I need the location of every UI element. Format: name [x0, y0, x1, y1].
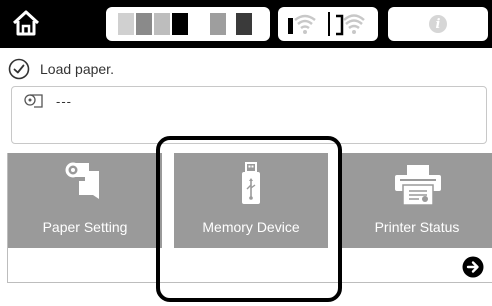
arrow-right-circle-icon — [462, 256, 484, 278]
ink-cartridge-5 — [210, 13, 226, 35]
next-page-button[interactable] — [462, 256, 484, 278]
roll-paper-icon — [24, 94, 43, 108]
ink-levels-button[interactable] — [106, 7, 270, 41]
status-message: Load paper. — [8, 57, 114, 81]
status-bar: i — [0, 0, 492, 48]
paper-source-value: --- — [56, 93, 72, 109]
ink-cartridge-2 — [136, 13, 152, 35]
printer-status-icon — [395, 165, 441, 206]
ink-cartridge-6 — [236, 13, 252, 35]
ink-cartridge-4 — [172, 13, 188, 35]
paper-setting-icon — [65, 162, 99, 199]
paper-source-row: --- — [24, 93, 72, 109]
tile-printer-status[interactable]: Printer Status — [340, 153, 492, 248]
wired-lan-icon — [288, 14, 316, 34]
network-divider — [328, 12, 330, 36]
ink-cartridge-3 — [154, 13, 170, 35]
info-button[interactable]: i — [388, 7, 488, 41]
tile-label: Printer Status — [374, 219, 460, 235]
ink-cartridge-1 — [118, 13, 134, 35]
check-circle-icon — [8, 58, 30, 80]
home-button[interactable] — [9, 8, 43, 38]
tile-paper-setting[interactable]: Paper Setting — [8, 153, 162, 248]
wifi-icon — [336, 14, 365, 36]
network-status-button[interactable] — [278, 7, 378, 41]
memory-device-highlight — [156, 136, 342, 302]
tile-label: Paper Setting — [42, 219, 128, 235]
status-message-text: Load paper. — [40, 61, 114, 77]
info-icon: i — [429, 15, 447, 33]
home-icon — [12, 10, 40, 36]
